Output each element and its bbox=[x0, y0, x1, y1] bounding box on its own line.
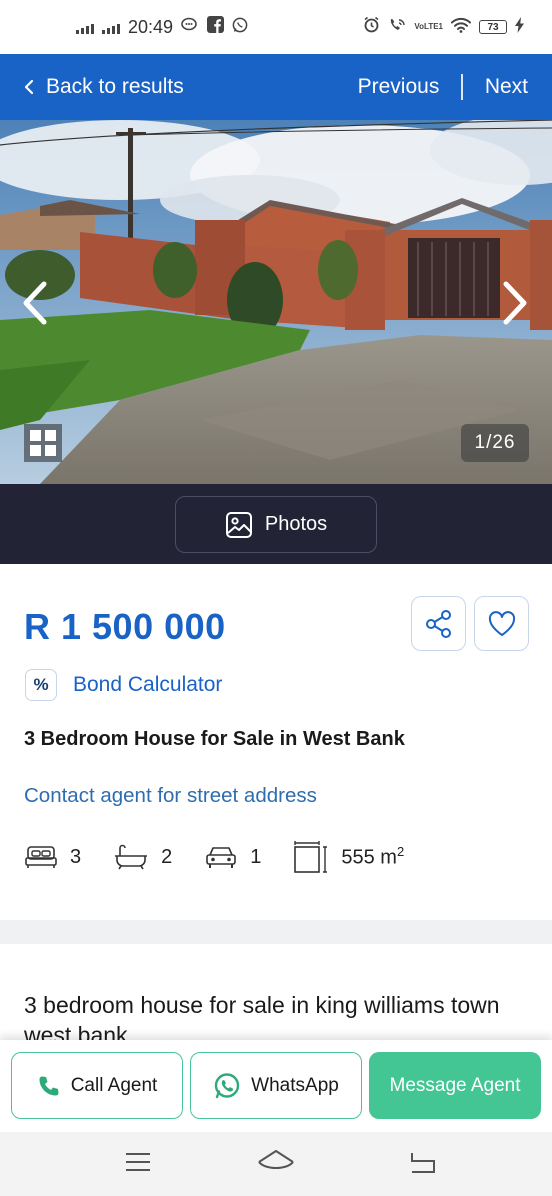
property-features: 3 2 1 555 m2 bbox=[24, 840, 404, 874]
pagination-nav: Previous Next bbox=[358, 74, 528, 100]
parking-count: 1 bbox=[250, 845, 262, 868]
back-nav-icon[interactable] bbox=[406, 1150, 436, 1174]
floor-size-icon bbox=[294, 841, 328, 873]
home-icon[interactable] bbox=[257, 1148, 295, 1178]
photos-label: Photos bbox=[264, 513, 328, 535]
description-section: 3 bedroom house for sale in king william… bbox=[0, 944, 552, 1054]
next-link[interactable]: Next bbox=[485, 75, 528, 99]
erf-size-unit-sup: 2 bbox=[396, 844, 405, 860]
back-label: Back to results bbox=[46, 75, 184, 98]
erf-size-value: 555 m2 bbox=[341, 844, 404, 870]
property-listing-screen: 20:49 VoLTE1 73 Back to results Previous… bbox=[0, 0, 552, 1196]
photo-counter: 1/26 bbox=[461, 424, 529, 462]
bathtub-icon bbox=[115, 844, 148, 870]
bedrooms-count: 3 bbox=[70, 845, 82, 868]
facebook-icon bbox=[207, 16, 225, 38]
favourite-button[interactable] bbox=[474, 596, 529, 651]
signal-icon bbox=[102, 20, 120, 34]
battery-level: 73 bbox=[487, 21, 499, 33]
bathrooms-count: 2 bbox=[161, 845, 173, 868]
feature-bathrooms: 2 bbox=[113, 844, 172, 870]
charging-icon bbox=[515, 16, 524, 38]
wifi-call-icon bbox=[388, 17, 406, 38]
back-to-results-link[interactable]: Back to results bbox=[24, 75, 184, 99]
call-agent-label: Call Agent bbox=[70, 1074, 158, 1096]
message-agent-label: Message Agent bbox=[389, 1074, 521, 1096]
erf-size-number: 555 m bbox=[341, 846, 397, 869]
feature-bedrooms: 3 bbox=[24, 844, 81, 870]
phone-icon bbox=[39, 1076, 59, 1095]
system-navigation-bar bbox=[0, 1132, 552, 1196]
whatsapp-button[interactable]: WhatsApp bbox=[190, 1052, 362, 1119]
message-agent-button[interactable]: Message Agent bbox=[369, 1052, 541, 1119]
contact-actions-bar: Call Agent WhatsApp Message Agent bbox=[0, 1040, 552, 1132]
volte-label: VoLTE1 bbox=[414, 22, 443, 31]
battery-icon: 73 bbox=[479, 20, 507, 34]
bond-calculator-link[interactable]: % Bond Calculator bbox=[25, 669, 222, 701]
share-button[interactable] bbox=[411, 596, 466, 651]
status-left: 20:49 bbox=[76, 16, 248, 38]
listing-price: R 1 500 000 bbox=[24, 606, 226, 647]
heart-icon bbox=[488, 610, 515, 636]
previous-link[interactable]: Previous bbox=[358, 75, 440, 99]
messaging-icon bbox=[181, 17, 199, 37]
chevron-left-icon bbox=[24, 79, 34, 95]
whatsapp-icon bbox=[214, 1072, 240, 1098]
status-time: 20:49 bbox=[128, 16, 174, 37]
nav-divider bbox=[461, 74, 463, 100]
contact-agent-address-link[interactable]: Contact agent for street address bbox=[24, 784, 317, 808]
feature-parking: 1 bbox=[204, 844, 261, 870]
alarm-icon bbox=[363, 16, 380, 38]
call-agent-button[interactable]: Call Agent bbox=[11, 1052, 183, 1119]
bond-calculator-label: Bond Calculator bbox=[73, 673, 223, 696]
previous-photo-arrow-icon[interactable] bbox=[16, 278, 56, 328]
listing-details-card: R 1 500 000 % Bond Calculator 3 Bedroom … bbox=[0, 564, 552, 920]
share-icon bbox=[425, 609, 451, 638]
status-bar: 20:49 VoLTE1 73 bbox=[0, 0, 552, 54]
image-icon bbox=[225, 511, 252, 538]
listing-title: 3 Bedroom House for Sale in West Bank bbox=[24, 728, 405, 750]
whatsapp-status-icon bbox=[232, 17, 248, 38]
feature-erf-size: 555 m2 bbox=[293, 840, 404, 874]
top-navigation-bar: Back to results Previous Next bbox=[0, 54, 552, 120]
next-photo-arrow-icon[interactable] bbox=[494, 278, 534, 328]
whatsapp-label: WhatsApp bbox=[251, 1074, 339, 1096]
status-right: VoLTE1 73 bbox=[363, 16, 524, 38]
bed-icon bbox=[25, 846, 57, 868]
percent-icon: % bbox=[25, 669, 57, 701]
photos-bar: Photos bbox=[0, 484, 552, 564]
signal-icon bbox=[76, 20, 94, 34]
wifi-icon bbox=[451, 17, 471, 38]
photos-button[interactable]: Photos bbox=[175, 496, 377, 553]
menu-icon[interactable] bbox=[124, 1150, 152, 1174]
grid-view-icon[interactable] bbox=[24, 424, 62, 462]
car-icon bbox=[206, 847, 237, 868]
photo-gallery[interactable]: 1/26 bbox=[0, 120, 552, 484]
